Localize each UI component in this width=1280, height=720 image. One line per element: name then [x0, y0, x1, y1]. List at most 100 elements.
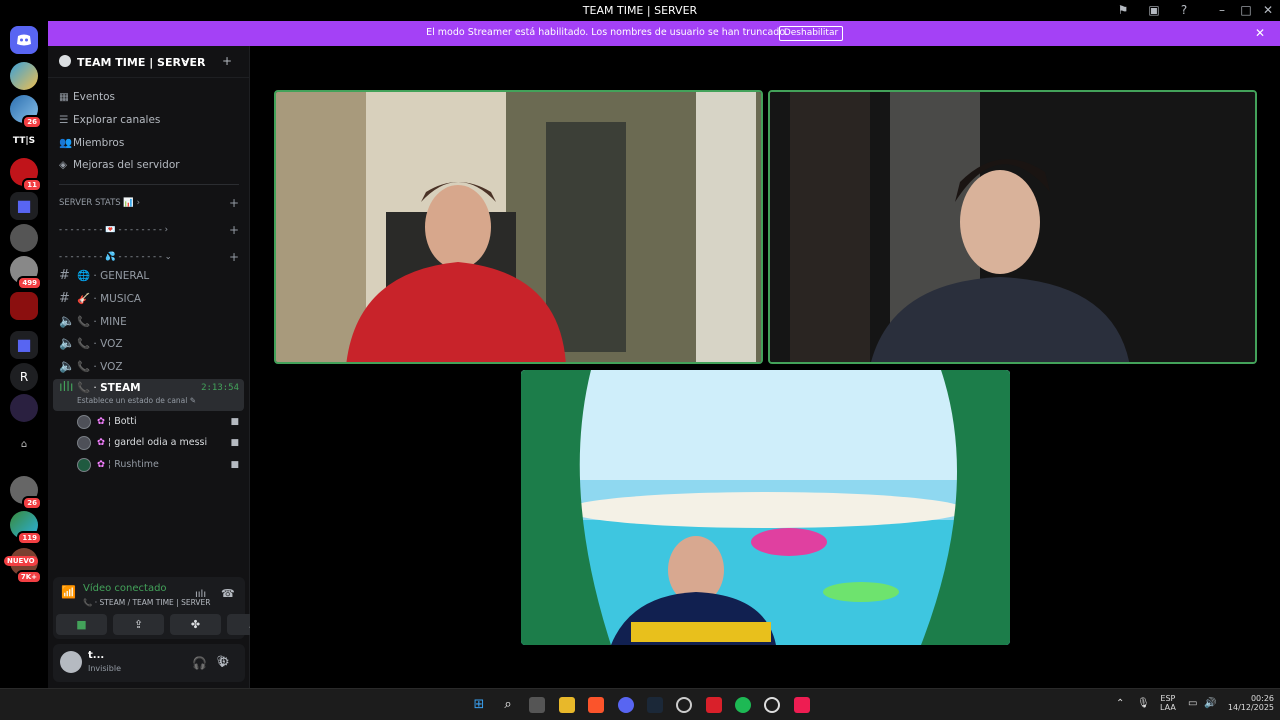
voice-status[interactable]: Vídeo conectado: [83, 583, 167, 594]
language-indicator[interactable]: ESP LAA: [1160, 694, 1176, 712]
divider: [59, 184, 239, 185]
chevron-up-icon[interactable]: ⌃: [1116, 698, 1124, 709]
add-channel-icon[interactable]: +: [229, 196, 239, 210]
boost-icon: ◈: [59, 159, 68, 171]
app-icon[interactable]: [676, 697, 692, 713]
close-window-icon[interactable]: ✕: [1260, 3, 1276, 17]
network-icon[interactable]: ▭: [1188, 698, 1197, 709]
channel-voz-2[interactable]: 🔈 📞 · VOZ: [59, 358, 239, 376]
server-icon[interactable]: [10, 224, 38, 252]
screen-icon[interactable]: ▣: [1146, 3, 1162, 17]
channel-mine[interactable]: 🔈 📞 · MINE: [59, 313, 239, 331]
category-server-stats[interactable]: SERVER STATS 📊 › +: [59, 196, 239, 210]
help-icon[interactable]: ?: [1176, 3, 1192, 17]
headphones-icon[interactable]: 🎧: [192, 656, 207, 670]
add-channel-icon[interactable]: +: [229, 223, 239, 237]
flower-icon: ✿: [97, 437, 105, 448]
menu-browse-channels[interactable]: ☰ Explorar canales: [59, 114, 160, 126]
screen-share-button[interactable]: ⇪: [113, 614, 164, 635]
category-divider[interactable]: - - - - - - - - 💌 - - - - - - - - › +: [59, 223, 239, 237]
calendar-icon: ▦: [59, 91, 69, 103]
camera-button[interactable]: ■: [56, 614, 107, 635]
server-icon[interactable]: ⌂: [10, 431, 38, 459]
channel-steam-active[interactable]: ıllı 📞 · STEAM 2:13:54 Establece un estad…: [53, 379, 244, 411]
start-icon[interactable]: ⊞: [471, 697, 487, 713]
voice-user[interactable]: ✿ ¦ Botti ■: [77, 413, 239, 431]
banner-text: El modo Streamer está habilitado. Los no…: [426, 27, 788, 38]
disconnect-icon[interactable]: ☎: [221, 587, 235, 600]
settings-gear-icon[interactable]: ⚙: [218, 655, 230, 670]
voice-location[interactable]: 📞 · STEAM / TEAM TIME | SERVER: [83, 598, 210, 607]
brave-browser-icon[interactable]: [588, 697, 604, 713]
user-panel: t... Invisible 🎙 🎧: [53, 644, 245, 682]
server-header[interactable]: TEAM TIME | SERVER ⌄ +: [48, 46, 250, 78]
server-icon[interactable]: [10, 62, 38, 90]
inbox-icon[interactable]: ⚑: [1115, 3, 1131, 17]
microphone-tray-icon[interactable]: 🎙: [1137, 698, 1150, 709]
channel-voz[interactable]: 🔈 📞 · VOZ: [59, 335, 239, 353]
menu-server-boost[interactable]: ◈ Mejoras del servidor: [59, 159, 180, 171]
server-icon[interactable]: R: [10, 363, 38, 391]
camera-icon: ■: [230, 417, 239, 427]
avatar: [77, 414, 91, 429]
video-tile-user-2[interactable]: [768, 90, 1257, 364]
clock[interactable]: 00:26 14/12/2025: [1222, 694, 1274, 712]
server-icon[interactable]: TT|S: [10, 127, 38, 155]
webcam-feed: [521, 370, 1010, 645]
folder-icon[interactable]: ■: [10, 192, 38, 220]
server-icon[interactable]: 26: [10, 476, 42, 510]
voice-user[interactable]: ✿ ¦ Rushtime ■: [77, 456, 239, 474]
category-divider[interactable]: - - - - - - - - 💦 - - - - - - - - ⌄ +: [59, 250, 239, 264]
folder-icon[interactable]: ■: [10, 331, 38, 359]
spotify-icon[interactable]: [735, 697, 751, 713]
avatar[interactable]: [60, 651, 82, 673]
server-icon[interactable]: [10, 292, 38, 320]
avatar: [77, 457, 91, 472]
search-icon[interactable]: ⌕: [500, 697, 516, 713]
disable-streamer-button[interactable]: Deshabilitar: [779, 26, 843, 41]
discord-app-icon[interactable]: [618, 697, 634, 713]
file-explorer-icon[interactable]: [559, 697, 575, 713]
streamer-mode-banner: El modo Streamer está habilitado. Los no…: [48, 21, 1280, 46]
minimize-icon[interactable]: –: [1214, 3, 1230, 17]
server-icon[interactable]: 119: [10, 511, 42, 545]
discord-home-icon[interactable]: [10, 26, 38, 54]
volume-icon[interactable]: 🔊: [1204, 698, 1216, 709]
avatar: [77, 435, 91, 450]
server-icon[interactable]: 11: [10, 158, 42, 192]
members-icon: 👥: [59, 137, 73, 149]
voice-user[interactable]: ✿ ¦ gardel odia a messi ■: [77, 434, 239, 452]
channel-musica[interactable]: # 🎸 · MUSICA: [59, 290, 239, 308]
task-view-icon[interactable]: [529, 697, 545, 713]
phone-icon: 📞: [77, 382, 91, 394]
app-icon[interactable]: [764, 697, 780, 713]
video-tile-user-1[interactable]: [274, 90, 763, 364]
speaker-icon: 🔈: [59, 314, 76, 329]
menu-members[interactable]: 👥Miembros: [59, 136, 124, 149]
mention-badge: 7K+: [15, 570, 42, 584]
hash-icon: #: [59, 291, 70, 306]
steam-icon[interactable]: [647, 697, 663, 713]
noise-suppression-icon[interactable]: ıılı: [195, 589, 206, 600]
webcam-feed: [276, 92, 761, 362]
channel-status[interactable]: Establece un estado de canal ✎: [77, 395, 196, 407]
server-icon[interactable]: [10, 394, 38, 422]
menu-events[interactable]: ▦ Eventos: [59, 91, 115, 103]
channel-sidebar: TEAM TIME | SERVER ⌄ + ▦ Eventos ☰ Explora…: [48, 46, 278, 688]
user-status: Invisible: [88, 664, 121, 673]
add-member-icon[interactable]: +: [222, 54, 232, 68]
add-channel-icon[interactable]: +: [229, 250, 239, 264]
video-tile-user-3[interactable]: [521, 370, 1010, 645]
maximize-icon[interactable]: □: [1238, 3, 1254, 17]
speaker-icon: 🔈: [59, 336, 76, 351]
channel-general[interactable]: # 🌐 · GENERAL: [59, 267, 239, 285]
signal-icon: 📶: [61, 585, 76, 599]
app-icon[interactable]: [706, 697, 722, 713]
phone-icon: 📞: [83, 598, 93, 607]
activities-button[interactable]: ✤: [170, 614, 221, 635]
server-icon[interactable]: 26: [10, 95, 42, 129]
close-icon[interactable]: ✕: [1255, 26, 1265, 40]
server-icon[interactable]: 499: [10, 256, 42, 290]
tiktok-icon[interactable]: [794, 697, 810, 713]
server-list: 26 TT|S 11 ■ 499 ■ R ⌂ 26 119 7K+ NUEVO: [0, 21, 48, 688]
